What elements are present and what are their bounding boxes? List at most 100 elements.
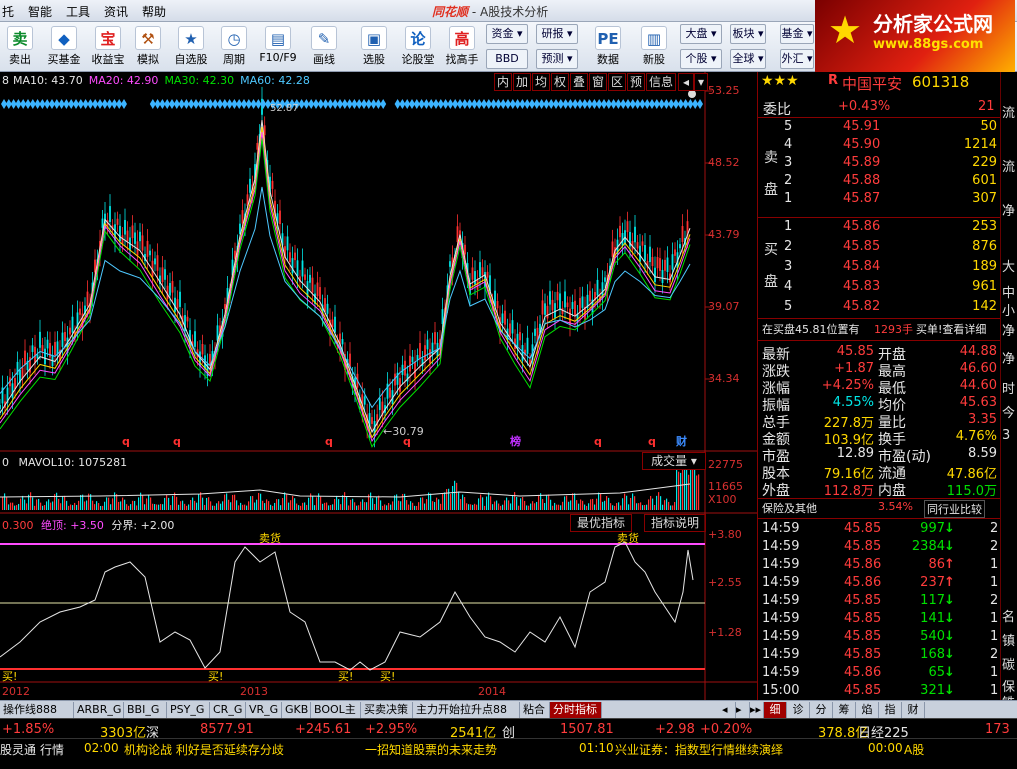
detail-tab[interactable]: 细 — [764, 702, 787, 718]
indicator-tab[interactable]: 粘合 — [520, 702, 550, 718]
side-strip-label[interactable]: 碳 — [1002, 654, 1015, 673]
toolbar-small-button[interactable]: 大盘 ▾ — [680, 24, 722, 44]
news-item[interactable]: 一招知道股票的未来走势 — [365, 741, 497, 758]
toolbar-small-button[interactable]: 全球 ▾ — [730, 49, 766, 69]
indicator-help-button[interactable]: 指标说明 — [644, 514, 706, 532]
toolbar-button-7[interactable]: ✎ 画线 — [300, 24, 348, 70]
side-strip-label[interactable]: 净 — [1002, 348, 1015, 367]
sector-compare-button[interactable]: 同行业比较 — [924, 500, 985, 518]
bid-price[interactable]: 45.83 — [843, 279, 880, 294]
side-strip-label[interactable]: 镇 — [1002, 630, 1015, 649]
chart-canvas[interactable]: ←30.7952.87q q q q 榜 q q 财卖货 卖货买! 买! 买! 买!2012 2013 2… — [0, 72, 757, 700]
indicator-tab[interactable]: 分时指标 — [550, 702, 602, 718]
menu-item-help[interactable]: 帮助 — [142, 3, 166, 20]
side-strip-label[interactable]: 净 — [1002, 200, 1015, 219]
toolbar-button-12[interactable]: ▥ 新股 — [634, 24, 674, 70]
menu-item[interactable]: 托 — [2, 3, 14, 20]
toolbar-button-0[interactable]: 卖卖出 — [0, 24, 40, 70]
ask-price[interactable]: 45.87 — [843, 191, 880, 206]
news-item[interactable]: 兴业证券：指数型行情继续演绎 — [615, 741, 783, 758]
ask-price[interactable]: 45.91 — [843, 119, 880, 134]
bid-price[interactable]: 45.84 — [843, 259, 880, 274]
toolbar-small-button[interactable]: 个股 ▾ — [680, 49, 722, 69]
indicator-tab[interactable]: 操作线888 — [0, 702, 74, 718]
chart-tool-button[interactable]: 均 — [532, 73, 550, 91]
event-marker[interactable]: q — [325, 435, 333, 448]
toolbar-small-button[interactable]: 资金 ▾ — [486, 24, 528, 44]
toolbar-small-button[interactable]: BBD — [486, 49, 528, 69]
kline-chart-area[interactable]: ←30.79 52.87 q q q q 榜 q q 财卖货 卖货 买! 买! 买! 买! 2012 2013 2… — [0, 72, 757, 700]
toolbar-small-button[interactable]: 外汇 ▾ — [780, 49, 814, 69]
news-item[interactable]: A股 — [904, 741, 924, 758]
toolbar-small-button[interactable]: 预测 ▾ — [536, 49, 578, 69]
toolbar-small-button[interactable]: 板块 ▾ — [730, 24, 766, 44]
toolbar-button-10[interactable]: 高找高手 — [440, 24, 484, 70]
event-marker[interactable]: q — [403, 435, 411, 448]
event-marker[interactable]: q — [594, 435, 602, 448]
best-indicator-button[interactable]: 最优指标 — [570, 514, 632, 532]
side-strip-label[interactable]: 净 — [1002, 320, 1015, 339]
event-marker[interactable]: 榜 — [510, 434, 521, 448]
indicator-tab[interactable]: 买卖决策 — [361, 702, 413, 718]
indicator-tab[interactable]: VR_G — [246, 702, 282, 718]
menu-item-info[interactable]: 资讯 — [104, 3, 128, 20]
tab-scroll-icon[interactable]: ◂ — [722, 702, 736, 718]
side-strip-label[interactable]: 时 — [1002, 378, 1015, 397]
toolbar-button-11[interactable]: PE 数据 — [588, 24, 628, 70]
ask-price[interactable]: 45.89 — [843, 155, 880, 170]
toolbar-button-1[interactable]: ◆ 买基金 — [42, 24, 86, 70]
chart-menu-arrow-icon[interactable]: ◂ — [678, 73, 694, 91]
indicator-tab[interactable]: 主力开始拉升点88 — [413, 702, 520, 718]
tab-scroll-icon[interactable]: ▸▸ — [750, 702, 764, 718]
bid-price[interactable]: 45.86 — [843, 219, 880, 234]
indicator-tab[interactable]: PSY_G — [167, 702, 210, 718]
chart-tool-button[interactable]: 权 — [551, 73, 569, 91]
side-strip-label[interactable]: 小 — [1002, 300, 1015, 319]
toolbar-button-9[interactable]: 论论股堂 — [398, 24, 438, 70]
indicator-tab[interactable]: CR_G — [210, 702, 246, 718]
side-strip-label[interactable]: 3 — [1002, 428, 1010, 443]
menu-item-smart[interactable]: 智能 — [28, 3, 52, 20]
indicator-tab[interactable]: BOOL主图 — [311, 702, 361, 731]
toolbar-button-5[interactable]: ◷ 周期 — [214, 24, 254, 70]
ask-price[interactable]: 45.90 — [843, 137, 880, 152]
chart-tool-button[interactable]: 内 — [494, 73, 512, 91]
toolbar-small-button[interactable]: 基金 ▾ — [780, 24, 814, 44]
news-item[interactable]: 机构论战 利好是否延续存分歧 — [124, 741, 284, 758]
event-marker[interactable]: q — [648, 435, 656, 448]
side-strip-label[interactable]: 今 — [1002, 402, 1015, 421]
tab-scroll-icon[interactable]: ▸ — [736, 702, 750, 718]
detail-tab[interactable]: 财 — [902, 702, 925, 718]
event-marker[interactable]: 财 — [675, 434, 687, 448]
indicator-tab[interactable]: ARBR_G — [74, 702, 124, 718]
toolbar-button-8[interactable]: ▣ 选股 — [352, 24, 396, 70]
news-item[interactable]: 01:10 — [579, 741, 614, 755]
chart-tool-button[interactable]: 信息 — [646, 73, 676, 91]
toolbar-button-4[interactable]: ★ 自选股 — [170, 24, 212, 70]
detail-tab[interactable]: 分 — [810, 702, 833, 718]
volume-selector[interactable]: 成交量 ▾ — [642, 452, 706, 470]
side-strip-label[interactable]: 流 — [1002, 156, 1015, 175]
toolbar-button-3[interactable]: ⚒ 模拟 — [128, 24, 168, 70]
chart-tool-button[interactable]: 预 — [627, 73, 645, 91]
detail-tab[interactable]: 焰 — [856, 702, 879, 718]
detail-tab[interactable]: 筹 — [833, 702, 856, 718]
ask-price[interactable]: 45.88 — [843, 173, 880, 188]
indicator-tab[interactable]: GKB — [282, 702, 311, 718]
toolbar-button-2[interactable]: 宝收益宝 — [88, 24, 128, 70]
menu-item-tools[interactable]: 工具 — [66, 3, 90, 20]
event-marker[interactable]: q — [122, 435, 130, 448]
toolbar-button-6[interactable]: ▤ F10/F9 — [256, 24, 300, 70]
side-strip-label[interactable]: 流 — [1002, 102, 1015, 121]
chart-tool-button[interactable]: 加 — [513, 73, 531, 91]
chart-dropdown-icon[interactable]: ▾ — [694, 73, 708, 91]
side-strip-label[interactable]: 中 — [1002, 282, 1015, 301]
side-strip-label[interactable]: 名 — [1002, 606, 1015, 625]
side-strip-label[interactable]: 大 — [1002, 256, 1015, 275]
big-order-link[interactable]: 买单!查看详细 — [916, 321, 986, 337]
detail-tab[interactable]: 指 — [879, 702, 902, 718]
bid-price[interactable]: 45.85 — [843, 239, 880, 254]
chart-tool-button[interactable]: 区 — [608, 73, 626, 91]
chart-tool-button[interactable]: 叠 — [570, 73, 588, 91]
event-marker[interactable]: q — [173, 435, 181, 448]
